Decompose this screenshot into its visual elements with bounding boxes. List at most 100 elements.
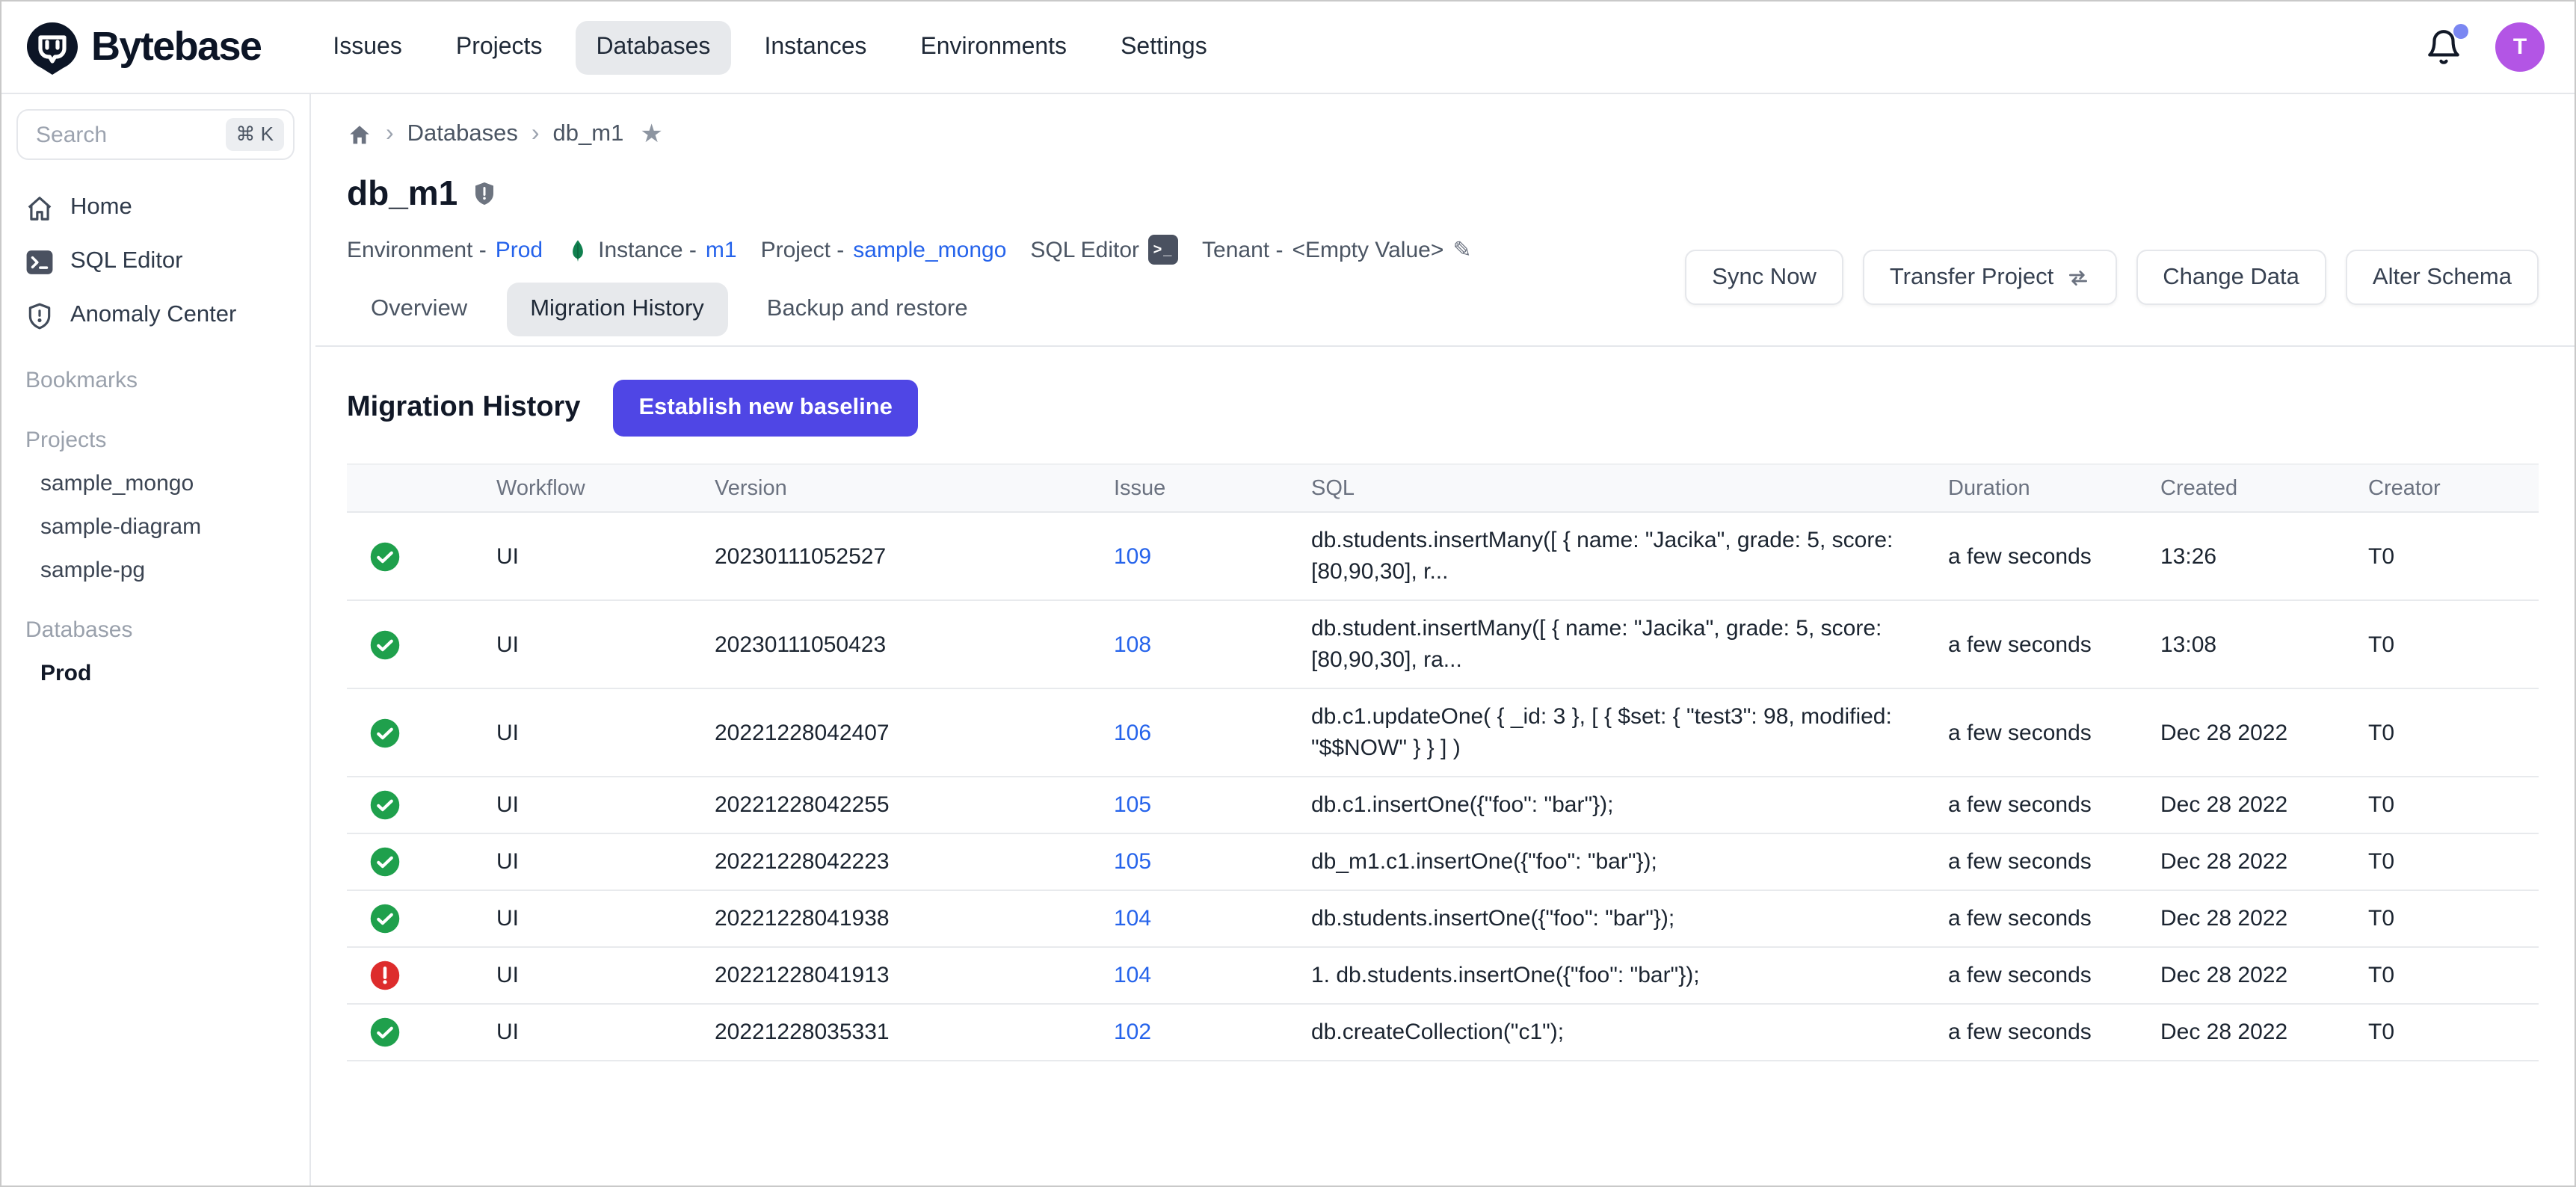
error-icon xyxy=(369,960,401,991)
tab-migration-history[interactable]: Migration History xyxy=(506,283,728,336)
button-label: Change Data xyxy=(2163,264,2299,291)
breadcrumb-databases[interactable]: Databases xyxy=(407,121,518,148)
nav-settings[interactable]: Settings xyxy=(1100,20,1228,74)
success-icon xyxy=(369,903,401,934)
nav-environments[interactable]: Environments xyxy=(899,20,1088,74)
issue-link[interactable]: 104 xyxy=(1114,906,1151,931)
sidebar-item-sql-editor[interactable]: SQL Editor xyxy=(1,235,309,289)
button-label: Alter Schema xyxy=(2373,264,2512,291)
nav-databases[interactable]: Databases xyxy=(575,20,731,74)
workflow-cell: UI xyxy=(496,906,715,931)
sidebar-item-sample-pg[interactable]: sample-pg xyxy=(1,549,309,592)
status-cell xyxy=(347,903,496,934)
logo-text: Bytebase xyxy=(91,24,261,70)
sidebar: ⌘ K Home SQL Editor Anomaly Center Bookmar… xyxy=(1,94,311,1186)
sql-cell: db.c1.insertOne({"foo": "bar"}); xyxy=(1311,777,1948,833)
sidebar-section-bookmarks: Bookmarks xyxy=(1,357,309,402)
sidebar-item-label: Home xyxy=(70,194,132,221)
version-cell: 20230111052527 xyxy=(715,543,1114,569)
success-icon xyxy=(369,540,401,572)
sql-cell: 1. db.students.insertOne({"foo": "bar"})… xyxy=(1311,948,1948,1003)
bytebase-logo[interactable]: Bytebase xyxy=(25,20,261,74)
establish-baseline-button[interactable]: Establish new baseline xyxy=(613,380,917,437)
creator-cell: T0 xyxy=(2368,632,2545,657)
breadcrumb-db-m1[interactable]: db_m1 xyxy=(553,121,624,148)
created-cell: Dec 28 2022 xyxy=(2160,792,2368,818)
change-data-button[interactable]: Change Data xyxy=(2136,250,2326,305)
notifications-button[interactable] xyxy=(2425,28,2462,66)
creator-cell: T0 xyxy=(2368,543,2545,569)
workflow-cell: UI xyxy=(496,963,715,988)
migration-row[interactable]: UI20230111052527109db.students.insertMan… xyxy=(347,513,2539,601)
created-cell: Dec 28 2022 xyxy=(2160,720,2368,745)
sidebar-item-label: Anomaly Center xyxy=(70,302,236,329)
created-cell: Dec 28 2022 xyxy=(2160,1020,2368,1045)
environment-link[interactable]: Prod xyxy=(496,237,543,262)
migration-row[interactable]: UI20221228035331102db.createCollection("… xyxy=(347,1005,2539,1061)
bookmark-star-icon[interactable]: ★ xyxy=(640,120,663,149)
avatar[interactable]: T xyxy=(2495,22,2545,72)
issue-link[interactable]: 105 xyxy=(1114,849,1151,875)
issue-cell: 109 xyxy=(1114,543,1311,569)
issue-link[interactable]: 105 xyxy=(1114,792,1151,818)
tab-backup-and-restore[interactable]: Backup and restore xyxy=(743,283,992,336)
project-meta: Project - sample_mongo xyxy=(761,237,1007,262)
column-header-version: Version xyxy=(715,476,1114,500)
breadcrumb-separator: › xyxy=(531,121,540,148)
transfer-project-button[interactable]: Transfer Project xyxy=(1863,250,2116,305)
sql-editor-icon[interactable]: >_ xyxy=(1148,235,1178,265)
issue-cell: 105 xyxy=(1114,849,1311,875)
instance-link[interactable]: m1 xyxy=(706,237,737,262)
column-header-sql: SQL xyxy=(1311,476,1948,500)
main-content: › Databases › db_m1 ★ db_m1 Sync Now Tran… xyxy=(311,94,2575,1186)
duration-cell: a few seconds xyxy=(1948,543,2160,569)
status-cell xyxy=(347,1017,496,1048)
edit-tenant-pencil-icon[interactable]: ✎ xyxy=(1452,236,1471,263)
search-shortcut-badge: ⌘ K xyxy=(225,118,284,151)
sync-now-button[interactable]: Sync Now xyxy=(1685,250,1843,305)
sidebar-section-databases: Databases xyxy=(1,607,309,652)
page-actions: Sync Now Transfer Project Change Data Alter… xyxy=(1685,250,2539,305)
migration-row[interactable]: UI20230111050423108db.student.insertMany… xyxy=(347,601,2539,689)
status-cell xyxy=(347,629,496,660)
nav-issues[interactable]: Issues xyxy=(312,20,423,74)
sidebar-item-sample-diagram[interactable]: sample-diagram xyxy=(1,505,309,549)
issue-link[interactable]: 102 xyxy=(1114,1020,1151,1045)
issue-link[interactable]: 106 xyxy=(1114,720,1151,745)
nav-projects[interactable]: Projects xyxy=(435,20,564,74)
sidebar-item-prod[interactable]: Prod xyxy=(1,652,309,695)
sql-editor-label: SQL Editor xyxy=(1030,237,1139,262)
breadcrumb: › Databases › db_m1 ★ xyxy=(347,118,2539,151)
duration-cell: a few seconds xyxy=(1948,632,2160,657)
duration-cell: a few seconds xyxy=(1948,963,2160,988)
nav-instances[interactable]: Instances xyxy=(743,20,887,74)
migration-section-header: Migration History Establish new baseline xyxy=(347,380,2539,437)
column-header-duration: Duration xyxy=(1948,476,2160,500)
project-label: Project - xyxy=(761,237,845,262)
created-cell: Dec 28 2022 xyxy=(2160,963,2368,988)
sidebar-item-anomaly-center[interactable]: Anomaly Center xyxy=(1,289,309,342)
workflow-cell: UI xyxy=(496,849,715,875)
tab-divider xyxy=(315,345,2575,347)
issue-cell: 105 xyxy=(1114,792,1311,818)
sidebar-item-sample-mongo[interactable]: sample_mongo xyxy=(1,462,309,505)
migration-row[interactable]: UI20221228042255105db.c1.insertOne({"foo… xyxy=(347,777,2539,834)
tab-overview[interactable]: Overview xyxy=(347,283,491,336)
project-link[interactable]: sample_mongo xyxy=(853,237,1006,262)
migration-row[interactable]: UI202212280419131041. db.students.insert… xyxy=(347,948,2539,1005)
issue-cell: 108 xyxy=(1114,632,1311,657)
issue-link[interactable]: 108 xyxy=(1114,632,1151,657)
migration-row[interactable]: UI20221228042223105db_m1.c1.insertOne({"… xyxy=(347,834,2539,891)
migration-row[interactable]: UI20221228041938104db.students.insertOne… xyxy=(347,891,2539,948)
alter-schema-button[interactable]: Alter Schema xyxy=(2346,250,2539,305)
sql-cell: db.c1.updateOne( { _id: 3 }, [ { $set: {… xyxy=(1311,689,1948,776)
breadcrumb-home-icon[interactable] xyxy=(347,122,372,147)
issue-link[interactable]: 109 xyxy=(1114,543,1151,569)
migration-row[interactable]: UI20221228042407106db.c1.updateOne( { _i… xyxy=(347,689,2539,777)
search-input[interactable] xyxy=(33,120,225,149)
success-icon xyxy=(369,629,401,660)
issue-link[interactable]: 104 xyxy=(1114,963,1151,988)
sidebar-item-home[interactable]: Home xyxy=(1,181,309,235)
page-title: db_m1 xyxy=(347,173,457,213)
sidebar-section-projects: Projects xyxy=(1,417,309,462)
